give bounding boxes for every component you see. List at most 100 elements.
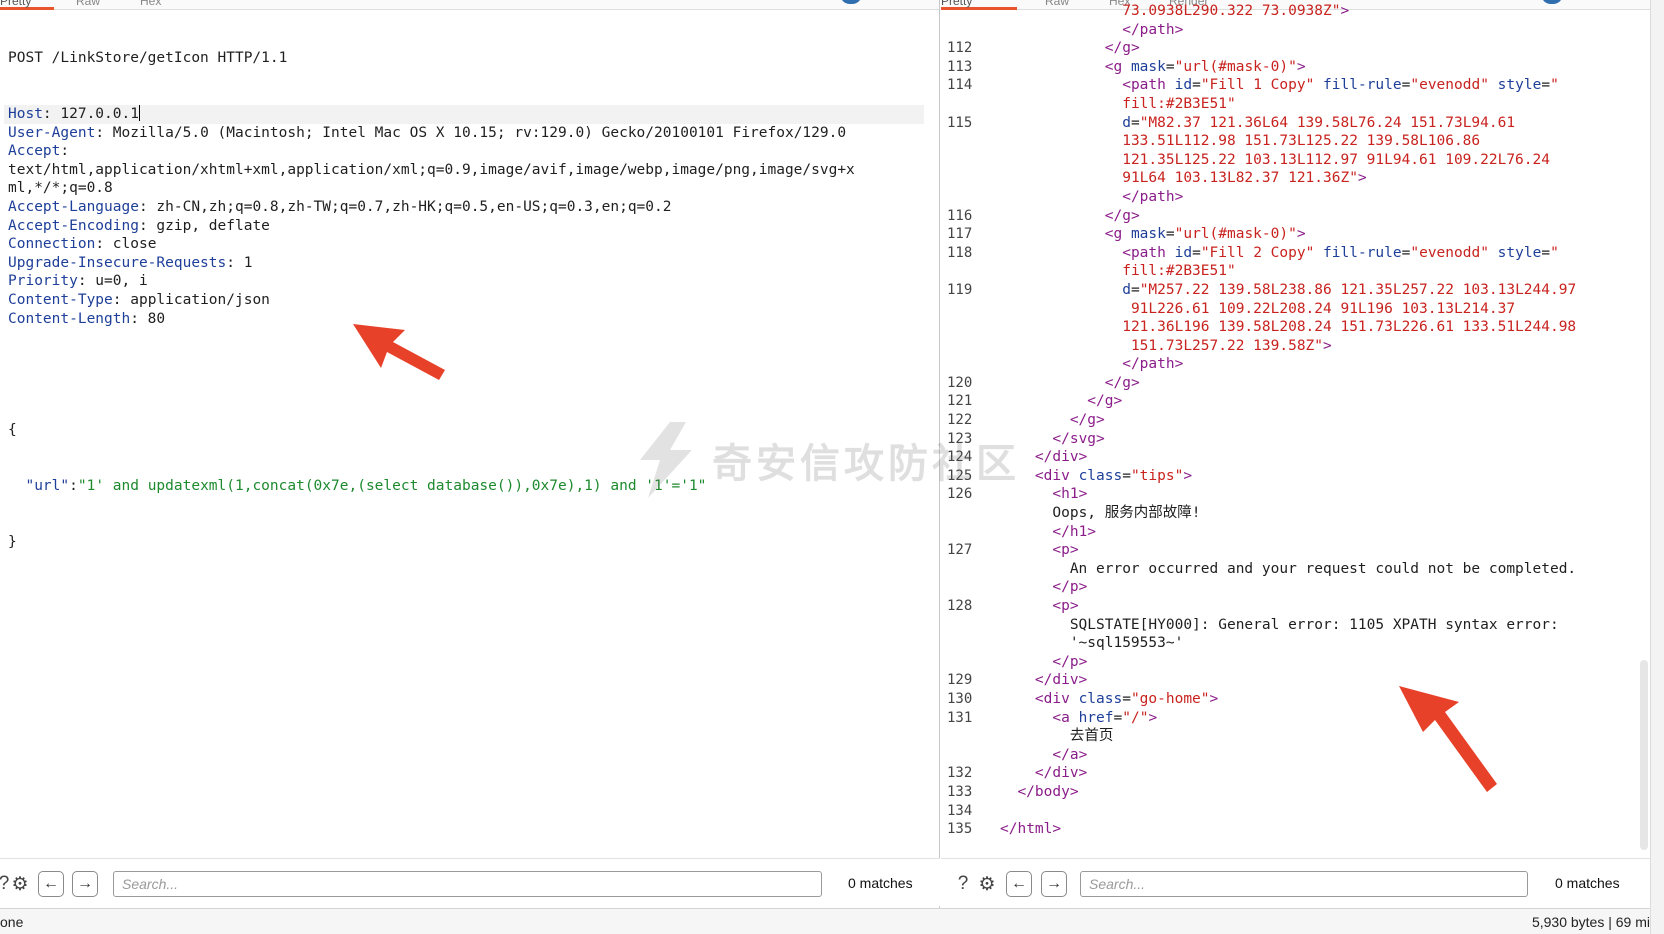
code-token: > bbox=[1209, 690, 1219, 707]
code-token: <a bbox=[1052, 709, 1079, 726]
code-token: <path bbox=[1122, 244, 1175, 261]
line-number: 120 bbox=[947, 374, 973, 391]
code-token: </g> bbox=[1104, 40, 1140, 57]
code-token: </path> bbox=[1122, 21, 1184, 38]
code-token: "url(#mask-0)" bbox=[1174, 58, 1297, 75]
response-code-line: 117 <g mask="url(#mask-0)"> bbox=[941, 225, 1650, 244]
response-code-line: 126 <h1> bbox=[941, 485, 1650, 504]
tab-request-pretty[interactable]: Pretty bbox=[0, 0, 54, 10]
response-code-line: 118 <path id="Fill 2 Copy" fill-rule="eve… bbox=[941, 244, 1650, 263]
response-scrollbar[interactable] bbox=[1640, 660, 1648, 850]
code-text: Oops, 服务内部故障! bbox=[1052, 504, 1200, 523]
request-header-line: text/html,application/xhtml+xml,applicat… bbox=[8, 161, 939, 180]
code-text: <path id="Fill 1 Copy" fill-rule="evenod… bbox=[1122, 76, 1559, 95]
response-help-icon[interactable]: ? bbox=[951, 871, 975, 897]
code-text: An error occurred and your request could… bbox=[1070, 560, 1576, 579]
response-code-line: 115 d="M82.37 121.36L64 139.58L76.24 151.… bbox=[941, 114, 1650, 133]
code-token: Oops, 服务内部故障! bbox=[1052, 505, 1201, 522]
code-text: 121.36L196 139.58L208.24 151.73L226.61 1… bbox=[1122, 318, 1576, 337]
code-token: <g bbox=[1104, 58, 1131, 75]
code-text: <div class="tips"> bbox=[1035, 467, 1192, 486]
response-viewer[interactable]: 73.0938L290.322 73.0938Z"> </path> 112 </g>… bbox=[941, 2, 1650, 839]
header-name: User-Agent bbox=[8, 124, 96, 141]
response-code-line: 131 <a href="/"> bbox=[941, 709, 1650, 728]
code-token: <p> bbox=[1052, 542, 1079, 559]
status-left-text: one bbox=[0, 914, 24, 930]
code-token: 151.73L257.22 139.58Z" bbox=[1122, 337, 1324, 354]
line-number: 130 bbox=[947, 690, 973, 707]
request-pane: Pretty Raw Hex POST /LinkStore/getIcon H… bbox=[0, 0, 940, 908]
request-blank-line bbox=[8, 365, 939, 384]
response-match-count: 0 matches bbox=[1555, 875, 1620, 891]
response-settings-gear-icon[interactable]: ⚙ bbox=[975, 871, 999, 897]
request-editor[interactable]: POST /LinkStore/getIcon HTTP/1.1 Host: 1… bbox=[4, 12, 939, 588]
response-code-line: 133 </body> bbox=[941, 783, 1650, 802]
code-token: 91L64 103.13L82.37 121.36Z" bbox=[1122, 170, 1358, 187]
tab-request-hex[interactable]: Hex bbox=[140, 0, 170, 10]
header-value: 127.0.0.1 bbox=[51, 105, 139, 122]
side-panel-edge bbox=[1650, 0, 1664, 934]
header-colon: : bbox=[138, 217, 148, 234]
code-text: d="M82.37 121.36L64 139.58L76.24 151.73L… bbox=[1122, 114, 1515, 133]
request-match-count: 0 matches bbox=[848, 875, 913, 891]
header-name: Upgrade-Insecure-Requests bbox=[8, 254, 227, 271]
response-search-prev-button[interactable]: ← bbox=[1006, 871, 1032, 897]
code-text: </div> bbox=[1035, 448, 1087, 467]
header-colon: : bbox=[130, 310, 139, 327]
code-token: "evenodd" bbox=[1410, 244, 1489, 261]
response-code-line: 125 <div class="tips"> bbox=[941, 467, 1650, 486]
line-number: 121 bbox=[947, 393, 973, 410]
code-token: " bbox=[1550, 77, 1559, 94]
response-search-next-button[interactable]: → bbox=[1041, 871, 1067, 897]
code-text: <g mask="url(#mask-0)"> bbox=[1105, 58, 1306, 77]
code-text: </h1> bbox=[1052, 523, 1096, 542]
code-text: 73.0938L290.322 73.0938Z"> bbox=[1122, 2, 1349, 21]
code-token: mask bbox=[1130, 226, 1166, 243]
request-search-input[interactable] bbox=[113, 871, 822, 897]
request-header-line: User-Agent: Mozilla/5.0 (Macintosh; Inte… bbox=[8, 124, 939, 143]
response-code-line: 120 </g> bbox=[941, 374, 1650, 393]
code-token: > bbox=[1296, 58, 1306, 75]
request-inspector-badge[interactable] bbox=[840, 0, 862, 4]
code-token: id bbox=[1174, 244, 1193, 261]
response-code-line: 127 <p> bbox=[941, 541, 1650, 560]
response-code-line: 122 </g> bbox=[941, 411, 1650, 430]
search-prev-button[interactable]: ← bbox=[38, 871, 64, 897]
tab-request-raw[interactable]: Raw bbox=[76, 0, 106, 10]
code-token: </path> bbox=[1122, 188, 1184, 205]
request-header-line: Content-Type: application/json bbox=[8, 291, 939, 310]
code-token: </g> bbox=[1087, 393, 1123, 410]
code-token: 73.0938L290.322 73.0938Z" bbox=[1122, 3, 1341, 19]
code-token: </div> bbox=[1034, 449, 1088, 466]
request-header-line: Content-Length: 80 bbox=[8, 310, 939, 329]
response-search-input[interactable] bbox=[1080, 871, 1528, 897]
code-token: = bbox=[1113, 709, 1123, 726]
code-text: 去首页 bbox=[1070, 727, 1114, 746]
code-text: 91L64 103.13L82.37 121.36Z"> bbox=[1122, 169, 1366, 188]
code-token: An error occurred and your request could… bbox=[1069, 560, 1577, 577]
response-code-line: 130 <div class="go-home"> bbox=[941, 690, 1650, 709]
settings-gear-icon[interactable]: ⚙ bbox=[8, 871, 32, 897]
code-text: <h1> bbox=[1052, 485, 1087, 504]
code-token: "go-home" bbox=[1130, 690, 1210, 707]
code-text: </g> bbox=[1105, 39, 1140, 58]
code-text: 121.35L125.22 103.13L112.97 91L94.61 109… bbox=[1122, 151, 1550, 170]
code-text: '~sql159553~' bbox=[1070, 634, 1184, 653]
request-header-line: Accept: bbox=[8, 142, 939, 161]
code-token: class bbox=[1078, 467, 1123, 484]
response-code-line: 121.36L196 139.58L208.24 151.73L226.61 1… bbox=[941, 318, 1650, 337]
search-next-button[interactable]: → bbox=[72, 871, 98, 897]
code-token: "M257.22 139.58L238.86 121.35L257.22 103… bbox=[1139, 281, 1577, 298]
request-line: POST /LinkStore/getIcon HTTP/1.1 bbox=[8, 49, 939, 68]
line-number: 134 bbox=[947, 802, 973, 819]
response-code-line: 91L226.61 109.22L208.24 91L196 103.13L21… bbox=[941, 300, 1650, 319]
response-code-line: 133.51L112.98 151.73L125.22 139.58L106.8… bbox=[941, 132, 1650, 151]
request-body-open: { bbox=[8, 421, 939, 440]
response-code-line: </path> bbox=[941, 21, 1650, 40]
request-header-line: Upgrade-Insecure-Requests: 1 bbox=[8, 254, 939, 273]
request-body-line: "url":"1' and updatexml(1,concat(0x7e,(s… bbox=[8, 477, 939, 496]
code-token: > bbox=[1148, 709, 1158, 726]
header-name: Priority bbox=[8, 273, 78, 290]
